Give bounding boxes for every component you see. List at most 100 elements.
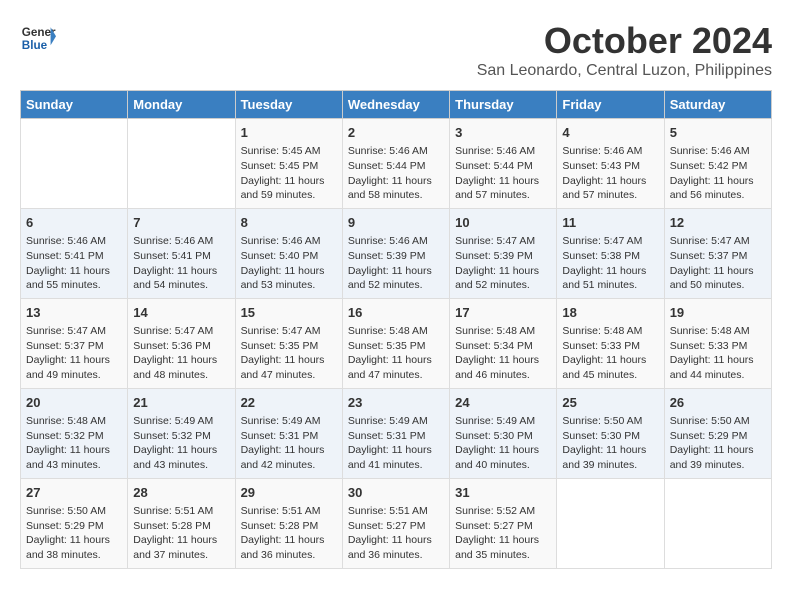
day-info: Sunrise: 5:46 AM Sunset: 5:41 PM Dayligh… [26, 234, 122, 293]
day-number: 25 [562, 394, 658, 412]
column-header-friday: Friday [557, 91, 664, 119]
day-info: Sunrise: 5:46 AM Sunset: 5:40 PM Dayligh… [241, 234, 337, 293]
day-info: Sunrise: 5:49 AM Sunset: 5:31 PM Dayligh… [348, 414, 444, 473]
calendar-table: SundayMondayTuesdayWednesdayThursdayFrid… [20, 90, 772, 569]
location-subtitle: San Leonardo, Central Luzon, Philippines [477, 62, 772, 80]
column-header-thursday: Thursday [450, 91, 557, 119]
day-info: Sunrise: 5:49 AM Sunset: 5:32 PM Dayligh… [133, 414, 229, 473]
day-number: 7 [133, 214, 229, 232]
day-info: Sunrise: 5:46 AM Sunset: 5:42 PM Dayligh… [670, 144, 766, 203]
day-info: Sunrise: 5:50 AM Sunset: 5:30 PM Dayligh… [562, 414, 658, 473]
day-info: Sunrise: 5:47 AM Sunset: 5:39 PM Dayligh… [455, 234, 551, 293]
day-info: Sunrise: 5:45 AM Sunset: 5:45 PM Dayligh… [241, 144, 337, 203]
day-number: 5 [670, 124, 766, 142]
calendar-cell: 22 Sunrise: 5:49 AM Sunset: 5:31 PM Dayli… [235, 388, 342, 478]
day-number: 14 [133, 304, 229, 322]
calendar-cell: 10 Sunrise: 5:47 AM Sunset: 5:39 PM Dayli… [450, 208, 557, 298]
day-info: Sunrise: 5:50 AM Sunset: 5:29 PM Dayligh… [26, 504, 122, 563]
day-info: Sunrise: 5:46 AM Sunset: 5:39 PM Dayligh… [348, 234, 444, 293]
day-number: 30 [348, 484, 444, 502]
calendar-cell: 4 Sunrise: 5:46 AM Sunset: 5:43 PM Daylig… [557, 119, 664, 209]
day-info: Sunrise: 5:48 AM Sunset: 5:35 PM Dayligh… [348, 324, 444, 383]
day-number: 10 [455, 214, 551, 232]
day-number: 15 [241, 304, 337, 322]
day-info: Sunrise: 5:51 AM Sunset: 5:28 PM Dayligh… [133, 504, 229, 563]
day-info: Sunrise: 5:48 AM Sunset: 5:32 PM Dayligh… [26, 414, 122, 473]
day-info: Sunrise: 5:46 AM Sunset: 5:43 PM Dayligh… [562, 144, 658, 203]
calendar-cell: 30Sunrise: 5:51 AM Sunset: 5:27 PM Dayli… [342, 478, 449, 568]
day-info: Sunrise: 5:50 AM Sunset: 5:29 PM Dayligh… [670, 414, 766, 473]
calendar-cell: 14 Sunrise: 5:47 AM Sunset: 5:36 PM Dayli… [128, 298, 235, 388]
day-number: 27 [26, 484, 122, 502]
calendar-cell: 6 Sunrise: 5:46 AM Sunset: 5:41 PM Daylig… [21, 208, 128, 298]
day-number: 28 [133, 484, 229, 502]
day-number: 20 [26, 394, 122, 412]
svg-text:Blue: Blue [22, 39, 48, 52]
calendar-week-2: 6 Sunrise: 5:46 AM Sunset: 5:41 PM Daylig… [21, 208, 772, 298]
calendar-cell [21, 119, 128, 209]
calendar-cell: 7 Sunrise: 5:46 AM Sunset: 5:41 PM Daylig… [128, 208, 235, 298]
day-number: 9 [348, 214, 444, 232]
column-header-tuesday: Tuesday [235, 91, 342, 119]
month-title: October 2024 [477, 20, 772, 62]
day-info: Sunrise: 5:47 AM Sunset: 5:38 PM Dayligh… [562, 234, 658, 293]
calendar-cell: 20 Sunrise: 5:48 AM Sunset: 5:32 PM Dayli… [21, 388, 128, 478]
column-header-wednesday: Wednesday [342, 91, 449, 119]
day-info: Sunrise: 5:48 AM Sunset: 5:33 PM Dayligh… [562, 324, 658, 383]
day-number: 31 [455, 484, 551, 502]
calendar-cell: 9 Sunrise: 5:46 AM Sunset: 5:39 PM Daylig… [342, 208, 449, 298]
calendar-cell: 24Sunrise: 5:49 AM Sunset: 5:30 PM Dayli… [450, 388, 557, 478]
day-info: Sunrise: 5:46 AM Sunset: 5:41 PM Dayligh… [133, 234, 229, 293]
calendar-cell: 2Sunrise: 5:46 AM Sunset: 5:44 PM Daylig… [342, 119, 449, 209]
day-info: Sunrise: 5:52 AM Sunset: 5:27 PM Dayligh… [455, 504, 551, 563]
calendar-cell: 18 Sunrise: 5:48 AM Sunset: 5:33 PM Dayli… [557, 298, 664, 388]
day-number: 17 [455, 304, 551, 322]
calendar-cell [664, 478, 771, 568]
calendar-cell [557, 478, 664, 568]
calendar-cell: 15 Sunrise: 5:47 AM Sunset: 5:35 PM Dayli… [235, 298, 342, 388]
day-info: Sunrise: 5:47 AM Sunset: 5:35 PM Dayligh… [241, 324, 337, 383]
calendar-cell: 23 Sunrise: 5:49 AM Sunset: 5:31 PM Dayli… [342, 388, 449, 478]
day-info: Sunrise: 5:47 AM Sunset: 5:37 PM Dayligh… [670, 234, 766, 293]
calendar-cell: 26 Sunrise: 5:50 AM Sunset: 5:29 PM Dayli… [664, 388, 771, 478]
page-header: General Blue October 2024 San Leonardo, … [20, 20, 772, 80]
day-number: 22 [241, 394, 337, 412]
day-number: 12 [670, 214, 766, 232]
day-info: Sunrise: 5:47 AM Sunset: 5:37 PM Dayligh… [26, 324, 122, 383]
day-info: Sunrise: 5:47 AM Sunset: 5:36 PM Dayligh… [133, 324, 229, 383]
day-number: 6 [26, 214, 122, 232]
day-number: 4 [562, 124, 658, 142]
day-number: 3 [455, 124, 551, 142]
calendar-cell: 11 Sunrise: 5:47 AM Sunset: 5:38 PM Dayli… [557, 208, 664, 298]
day-number: 24 [455, 394, 551, 412]
day-number: 19 [670, 304, 766, 322]
calendar-cell: 31 Sunrise: 5:52 AM Sunset: 5:27 PM Dayli… [450, 478, 557, 568]
calendar-cell: 8 Sunrise: 5:46 AM Sunset: 5:40 PM Daylig… [235, 208, 342, 298]
calendar-cell: 1 Sunrise: 5:45 AM Sunset: 5:45 PM Daylig… [235, 119, 342, 209]
calendar-week-5: 27 Sunrise: 5:50 AM Sunset: 5:29 PM Dayli… [21, 478, 772, 568]
day-number: 13 [26, 304, 122, 322]
calendar-week-3: 13 Sunrise: 5:47 AM Sunset: 5:37 PM Dayli… [21, 298, 772, 388]
column-header-saturday: Saturday [664, 91, 771, 119]
day-number: 29 [241, 484, 337, 502]
calendar-header-row: SundayMondayTuesdayWednesdayThursdayFrid… [21, 91, 772, 119]
calendar-cell: 21Sunrise: 5:49 AM Sunset: 5:32 PM Dayli… [128, 388, 235, 478]
day-number: 8 [241, 214, 337, 232]
column-header-sunday: Sunday [21, 91, 128, 119]
calendar-cell: 28 Sunrise: 5:51 AM Sunset: 5:28 PM Dayli… [128, 478, 235, 568]
calendar-cell: 13 Sunrise: 5:47 AM Sunset: 5:37 PM Dayli… [21, 298, 128, 388]
day-number: 1 [241, 124, 337, 142]
day-info: Sunrise: 5:49 AM Sunset: 5:31 PM Dayligh… [241, 414, 337, 473]
day-number: 26 [670, 394, 766, 412]
day-number: 11 [562, 214, 658, 232]
day-number: 18 [562, 304, 658, 322]
day-number: 23 [348, 394, 444, 412]
day-info: Sunrise: 5:48 AM Sunset: 5:34 PM Dayligh… [455, 324, 551, 383]
column-header-monday: Monday [128, 91, 235, 119]
title-block: October 2024 San Leonardo, Central Luzon… [477, 20, 772, 80]
day-info: Sunrise: 5:51 AM Sunset: 5:28 PM Dayligh… [241, 504, 337, 563]
calendar-cell: 16Sunrise: 5:48 AM Sunset: 5:35 PM Dayli… [342, 298, 449, 388]
calendar-cell: 25 Sunrise: 5:50 AM Sunset: 5:30 PM Dayli… [557, 388, 664, 478]
day-info: Sunrise: 5:46 AM Sunset: 5:44 PM Dayligh… [348, 144, 444, 203]
day-info: Sunrise: 5:46 AM Sunset: 5:44 PM Dayligh… [455, 144, 551, 203]
